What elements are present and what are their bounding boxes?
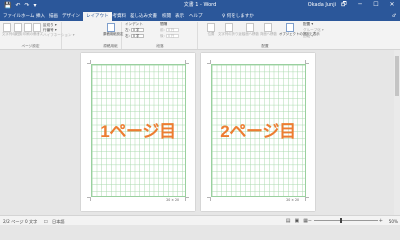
indent-right-input[interactable]: 0 字 <box>130 34 144 38</box>
indent-label: インデント <box>125 22 143 26</box>
status-bar: 2/2 ページ 0 文字 ☐ 日本語 ▤ ▣ ▦ − + 50% <box>0 215 400 225</box>
arrange-label: 配置 <box>261 44 269 48</box>
paragraph-label: 段落 <box>156 44 164 48</box>
spacing-before: 前: 0 行 <box>160 28 179 33</box>
word-count[interactable]: 0 文字 <box>25 219 37 224</box>
spacing-after-input[interactable]: 0 行 <box>165 34 179 38</box>
position-icon <box>207 23 215 32</box>
page-footer: 20 × 20 <box>286 198 299 202</box>
tab-design[interactable]: デザイン <box>62 12 80 21</box>
tab-file[interactable]: ファイル <box>3 12 21 21</box>
ribbon-tabs: ファイル ホーム 挿入 描画 デザイン レイアウト 参考資料 差し込み文書 校閲… <box>0 11 400 21</box>
bring-forward-button[interactable]: 前面へ移動 <box>242 23 259 36</box>
orientation-icon <box>23 23 32 32</box>
genkou-label: 原稿用紙 <box>103 44 118 48</box>
genkou-paper-icon <box>107 23 115 32</box>
genkou-settings-button[interactable]: 原稿用紙設定 <box>103 23 123 36</box>
margins-button[interactable]: 余白 <box>13 23 22 36</box>
page-setup-group: 文字列の方向 余白 印刷の向き サイズ 区切り ▾ 行番号 ▾ ハイフネーション… <box>0 22 75 49</box>
size-icon <box>33 23 41 32</box>
scroll-thumb[interactable] <box>395 56 399 96</box>
selection-pane-icon <box>286 23 294 32</box>
page-label: 2ページ目 <box>220 122 296 141</box>
page-footer: 20 × 20 <box>166 198 179 202</box>
zoom-slider[interactable] <box>314 218 378 223</box>
indent-left-input[interactable]: 0 字 <box>130 28 144 32</box>
zoom-in-button[interactable]: + <box>379 218 383 224</box>
indent-left: 左: 0 字 <box>125 28 144 33</box>
orientation-button[interactable]: 印刷の向き <box>23 23 40 36</box>
tell-me-search[interactable]: ♀ 何をしますか <box>222 12 254 21</box>
align-button[interactable]: 配置 ▾ <box>303 22 313 27</box>
ribbon: 文字列の方向 余白 印刷の向き サイズ 区切り ▾ 行番号 ▾ ハイフネーション… <box>0 21 400 50</box>
minimize-icon[interactable]: ─ <box>356 1 364 9</box>
tab-home[interactable]: ホーム <box>21 12 34 21</box>
text-direction-icon <box>3 23 11 32</box>
text-direction-button[interactable]: 文字列の方向 <box>2 23 22 36</box>
bring-forward-icon <box>246 23 254 32</box>
tab-review[interactable]: 校閲 <box>162 12 171 21</box>
language[interactable]: 日本語 <box>52 219 65 224</box>
view-buttons: ▤ ▣ ▦ <box>286 218 308 224</box>
indent-right: 右: 0 字 <box>125 34 144 39</box>
margins-icon <box>13 23 22 32</box>
genkou-group: 原稿用紙設定 原稿用紙 <box>100 22 123 49</box>
tab-references[interactable]: 参考資料 <box>108 12 126 21</box>
tab-mailings[interactable]: 差し込み文書 <box>130 12 157 21</box>
close-icon[interactable]: ✕ <box>388 1 396 9</box>
hyphenation-button[interactable]: ハイフネーション ▾ <box>43 33 75 38</box>
size-button[interactable]: サイズ <box>33 23 43 36</box>
tab-insert[interactable]: 挿入 <box>36 12 45 21</box>
window-controls: 🗗 ─ ☐ ✕ <box>340 1 396 9</box>
spacing-after: 後: 0 行 <box>160 34 179 39</box>
page-count[interactable]: 2/2 ページ <box>3 219 24 224</box>
proofing-icon[interactable]: ☐ <box>44 219 48 224</box>
page-setup-label: ページ設定 <box>21 44 40 48</box>
read-mode-icon[interactable]: ▤ <box>286 218 291 224</box>
user-name[interactable]: Okada Junji <box>308 2 336 9</box>
maximize-icon[interactable]: ☐ <box>372 1 380 9</box>
share-icon[interactable]: ♂ <box>392 12 396 21</box>
document-page-2[interactable]: 2ページ目 20 × 20 <box>201 53 315 211</box>
zoom-slider-thumb[interactable] <box>340 218 342 223</box>
tab-draw[interactable]: 描画 <box>49 12 58 21</box>
selection-pane-button[interactable]: オブジェクトの選択と表示 <box>279 23 320 36</box>
zoom-out-button[interactable]: − <box>308 218 312 224</box>
group-button[interactable]: グループ化 ▾ <box>303 28 324 33</box>
print-layout-icon[interactable]: ▣ <box>295 218 300 224</box>
tab-view[interactable]: 表示 <box>175 12 184 21</box>
arrange-group: 位置 文字列の折り返し 前面へ移動 背面へ移動 オブジェクトの選択と表示 配置 … <box>200 22 330 49</box>
spacing-before-input[interactable]: 0 行 <box>165 28 179 32</box>
zoom-level[interactable]: 50% <box>389 219 398 224</box>
wrap-text-button[interactable]: 文字列の折り返し <box>218 23 245 36</box>
rotate-button[interactable]: 回転 ▾ <box>303 34 313 39</box>
page-label: 1ページ目 <box>100 122 176 141</box>
position-button[interactable]: 位置 <box>206 23 216 36</box>
document-page-1[interactable]: 1ページ目 20 × 20 <box>81 53 195 211</box>
ribbon-display-icon[interactable]: 🗗 <box>340 1 348 9</box>
wrap-text-icon <box>225 23 233 32</box>
tab-help[interactable]: ヘルプ <box>189 12 203 21</box>
send-backward-button[interactable]: 背面へ移動 <box>260 23 277 36</box>
vertical-scrollbar[interactable] <box>394 50 400 215</box>
paragraph-group: インデント 間隔 左: 0 字 右: 0 字 前: 0 行 後: 0 行 段落 <box>123 22 198 49</box>
title-bar: 💾 ↶ ↷ ▾ 文書 1 - Word Okada Junji 🗗 ─ ☐ ✕ <box>0 0 400 11</box>
spacing-label: 間隔 <box>160 22 168 26</box>
send-backward-icon <box>264 23 272 32</box>
